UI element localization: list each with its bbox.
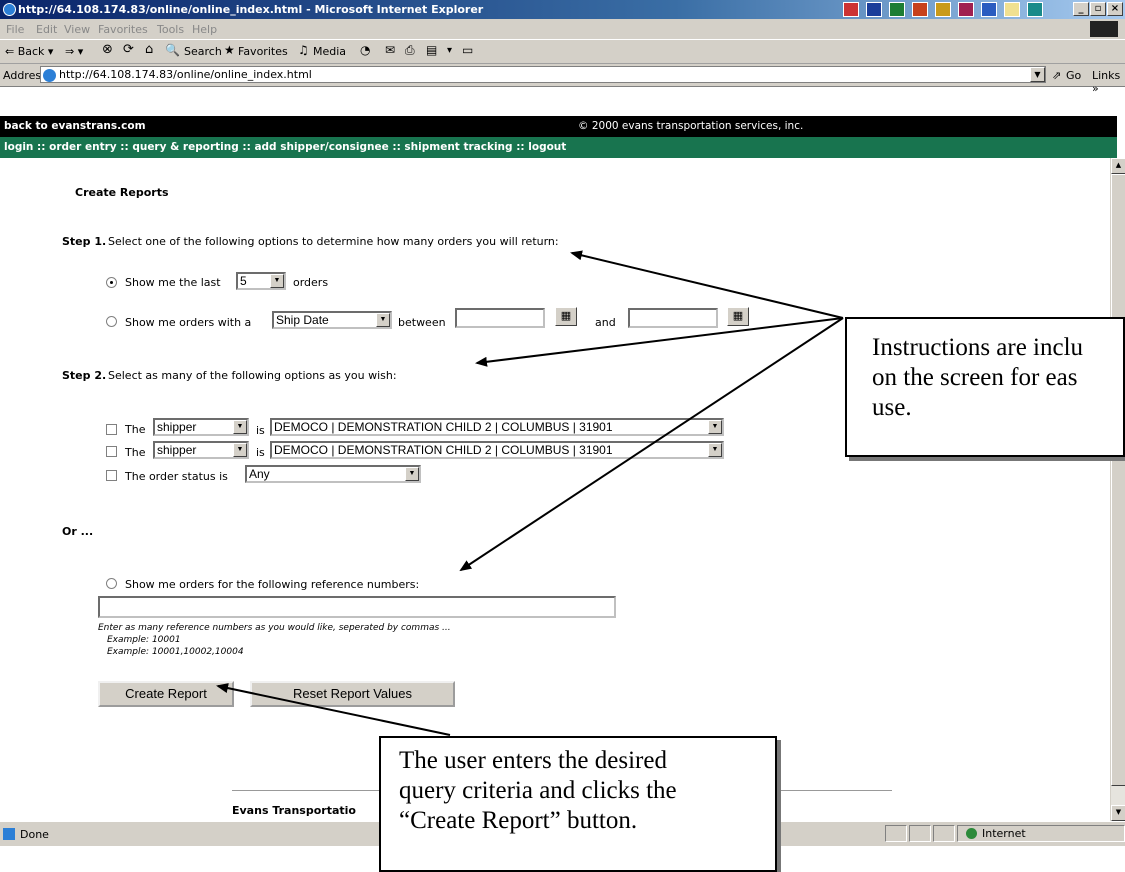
callout-line: query criteria and clicks the <box>399 777 677 804</box>
callout-line: “Create Report” button. <box>399 807 638 834</box>
callout-line: The user enters the desired <box>399 747 667 774</box>
arrow-to-step2 <box>475 317 844 367</box>
callout-line: on the screen for eas <box>872 364 1078 391</box>
arrow-to-step1 <box>570 250 844 319</box>
instructions-callout: Instructions are inclu on the screen for… <box>845 317 1125 457</box>
create-report-callout: The user enters the desired query criter… <box>379 736 777 872</box>
callout-line: use. <box>872 394 912 421</box>
callout-line: Instructions are inclu <box>872 334 1084 361</box>
arrow-to-reference <box>459 317 844 572</box>
arrow-to-create-button <box>216 683 451 736</box>
